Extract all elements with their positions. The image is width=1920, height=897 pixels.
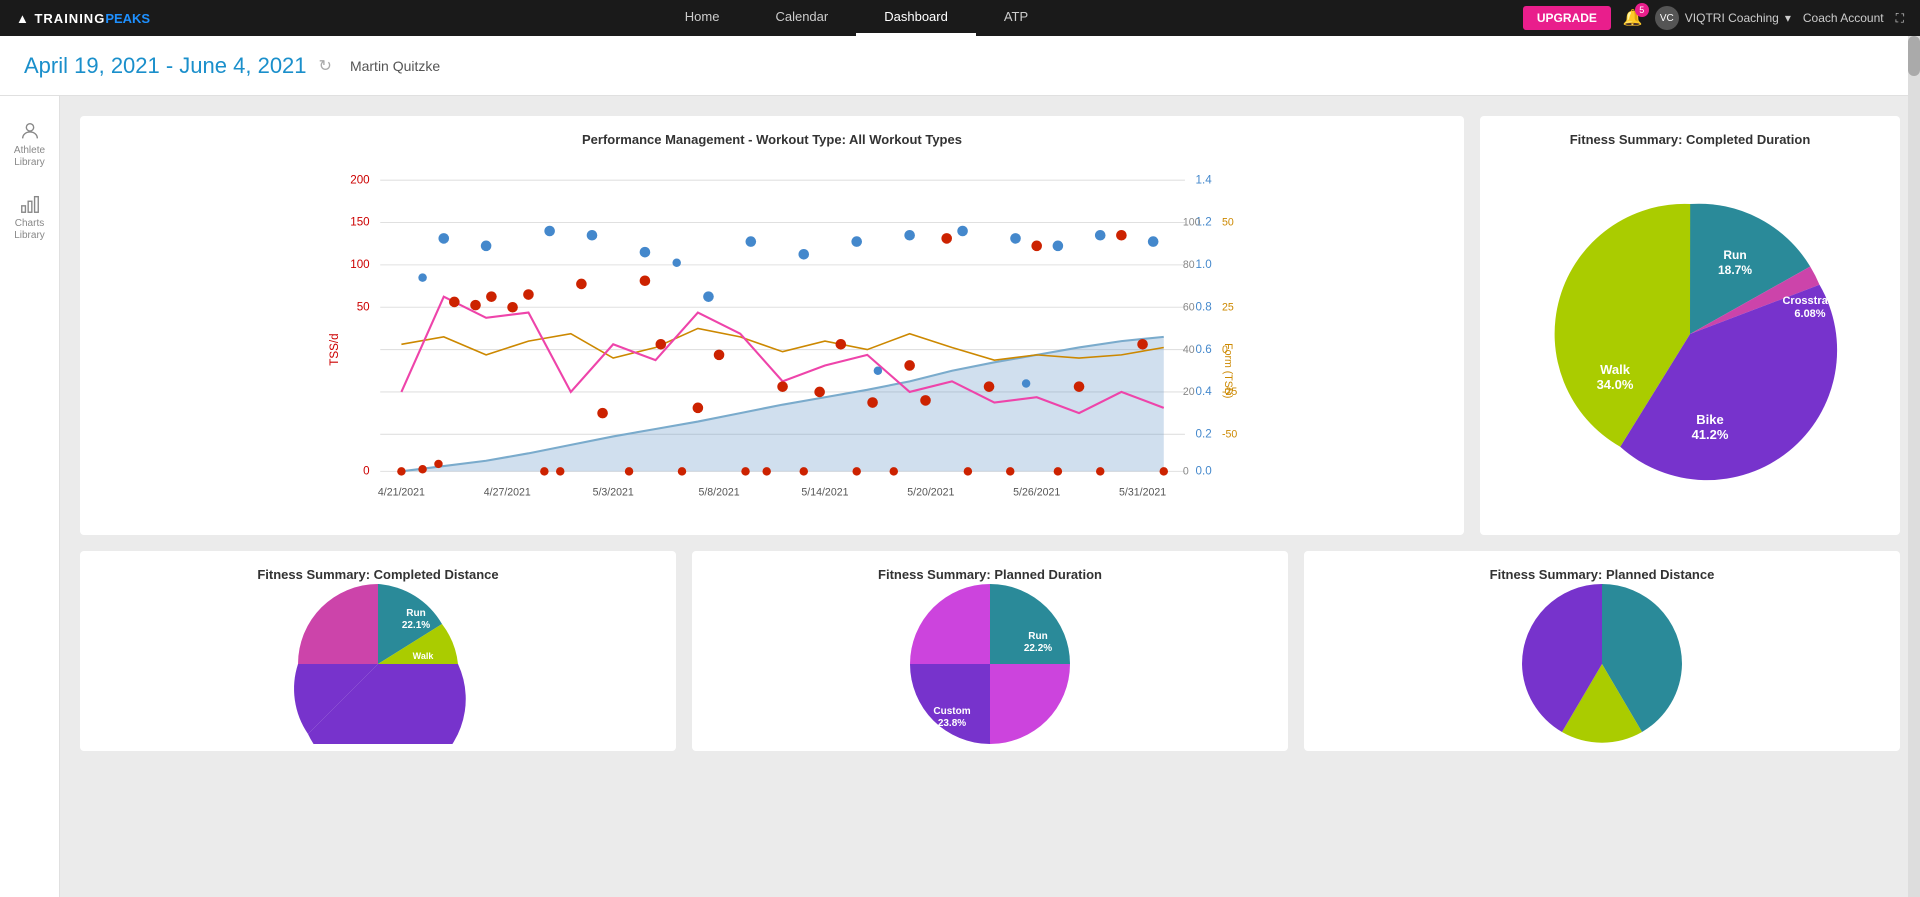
fullscreen-icon[interactable]: ⛶ xyxy=(1896,11,1904,26)
svg-text:22.2%: 22.2% xyxy=(1024,643,1052,654)
svg-text:0: 0 xyxy=(1183,466,1189,478)
coach-account-link[interactable]: Coach Account xyxy=(1803,11,1884,25)
svg-text:4/27/2021: 4/27/2021 xyxy=(484,487,531,499)
svg-text:Run: Run xyxy=(1028,631,1047,642)
svg-text:0.0: 0.0 xyxy=(1196,465,1213,478)
main-header: ▲ TRAININGPEAKS Home Calendar Dashboard … xyxy=(0,0,1920,36)
main-nav: Home Calendar Dashboard ATP xyxy=(190,0,1523,36)
svg-text:1.0: 1.0 xyxy=(1196,258,1213,271)
svg-text:Form (TSB): Form (TSB) xyxy=(1222,343,1234,398)
svg-text:200: 200 xyxy=(350,173,370,186)
svg-text:60: 60 xyxy=(1183,301,1195,313)
svg-text:5/31/2021: 5/31/2021 xyxy=(1119,487,1166,499)
svg-text:100: 100 xyxy=(350,258,370,271)
fitness-duration-pie-svg: Run 18.7% Crosstrain 6.08% Bike 41.2% Wa… xyxy=(1510,169,1870,489)
nav-dashboard[interactable]: Dashboard xyxy=(856,0,976,36)
performance-chart-container: 200 150 100 50 0 1.4 1.2 1.0 0.8 0.6 0.4… xyxy=(96,159,1448,519)
main-layout: Athlete Library Charts Library Performan… xyxy=(0,96,1920,897)
svg-text:Custom: Custom xyxy=(933,706,970,717)
svg-text:23.8%: 23.8% xyxy=(938,718,966,729)
svg-text:150: 150 xyxy=(350,216,370,229)
fitness-duration-title: Fitness Summary: Completed Duration xyxy=(1496,132,1884,147)
svg-text:5/8/2021: 5/8/2021 xyxy=(698,487,739,499)
performance-management-card: Performance Management - Workout Type: A… xyxy=(80,116,1464,535)
svg-text:34.0%: 34.0% xyxy=(1597,377,1634,392)
athlete-name: Martin Quitzke xyxy=(350,58,440,74)
top-charts-grid: Performance Management - Workout Type: A… xyxy=(80,116,1900,535)
svg-text:25: 25 xyxy=(1222,301,1234,313)
fitness-planned-duration-pie-svg: Run 22.2% Custom 23.8% xyxy=(890,584,1090,744)
svg-text:Crosstrain: Crosstrain xyxy=(1782,295,1837,307)
fitness-planned-distance-card: Fitness Summary: Planned Distance xyxy=(1304,551,1900,751)
upgrade-button[interactable]: UPGRADE xyxy=(1523,6,1611,30)
svg-text:50: 50 xyxy=(357,300,370,313)
refresh-icon[interactable]: ↻ xyxy=(319,56,332,76)
fitness-distance-pie-svg: Run 22.1% Walk xyxy=(278,584,478,744)
notification-badge: 5 xyxy=(1635,3,1649,17)
coach-org-label: VIQTRI Coaching xyxy=(1685,11,1779,25)
notification-bell[interactable]: 🔔 5 xyxy=(1623,8,1643,28)
nav-calendar[interactable]: Calendar xyxy=(747,0,856,36)
performance-chart-svg: 200 150 100 50 0 1.4 1.2 1.0 0.8 0.6 0.4… xyxy=(96,159,1448,519)
svg-text:6.08%: 6.08% xyxy=(1794,308,1825,320)
svg-text:0.2: 0.2 xyxy=(1196,427,1212,440)
svg-text:50: 50 xyxy=(1222,217,1234,229)
fitness-planned-distance-pie-svg xyxy=(1502,584,1702,744)
svg-text:0: 0 xyxy=(363,465,370,478)
sidebar-label-charts: Charts Library xyxy=(4,218,55,242)
svg-text:Walk: Walk xyxy=(413,651,435,661)
svg-text:5/26/2021: 5/26/2021 xyxy=(1013,487,1060,499)
svg-text:40: 40 xyxy=(1183,344,1195,356)
nav-atp[interactable]: ATP xyxy=(976,0,1056,36)
bottom-charts-grid: Fitness Summary: Completed Distance xyxy=(80,551,1900,751)
scrollbar-thumb[interactable] xyxy=(1908,36,1920,76)
svg-text:Run: Run xyxy=(1723,248,1746,262)
svg-text:0.4: 0.4 xyxy=(1196,385,1213,398)
dropdown-icon: ▾ xyxy=(1785,11,1791,25)
date-header: April 19, 2021 - June 4, 2021 ↻ Martin Q… xyxy=(0,36,1920,96)
svg-text:1.4: 1.4 xyxy=(1196,173,1213,186)
header-right: UPGRADE 🔔 5 VC VIQTRI Coaching ▾ Coach A… xyxy=(1523,6,1904,30)
avatar: VC xyxy=(1655,6,1679,30)
sidebar-item-athlete-library[interactable]: Athlete Library xyxy=(0,112,59,177)
date-range: April 19, 2021 - June 4, 2021 xyxy=(24,53,307,79)
fitness-distance-title: Fitness Summary: Completed Distance xyxy=(96,567,660,582)
sidebar-label-athlete: Athlete Library xyxy=(4,145,55,169)
svg-text:5/3/2021: 5/3/2021 xyxy=(593,487,634,499)
svg-text:41.2%: 41.2% xyxy=(1692,427,1729,442)
fitness-planned-duration-title: Fitness Summary: Planned Duration xyxy=(708,567,1272,582)
svg-text:5/20/2021: 5/20/2021 xyxy=(907,487,954,499)
logo[interactable]: ▲ TRAININGPEAKS xyxy=(16,11,150,26)
sidebar-item-charts-library[interactable]: Charts Library xyxy=(0,185,59,250)
coach-info[interactable]: VC VIQTRI Coaching ▾ xyxy=(1655,6,1791,30)
svg-text:0.8: 0.8 xyxy=(1196,300,1212,313)
svg-text:100: 100 xyxy=(1183,217,1201,229)
svg-text:TSS/d: TSS/d xyxy=(328,333,341,365)
svg-text:22.1%: 22.1% xyxy=(402,620,430,631)
svg-text:5/14/2021: 5/14/2021 xyxy=(801,487,848,499)
fitness-planned-distance-title: Fitness Summary: Planned Distance xyxy=(1320,567,1884,582)
svg-text:Run: Run xyxy=(406,608,425,619)
fitness-duration-pie-container: Run 18.7% Crosstrain 6.08% Bike 41.2% Wa… xyxy=(1496,159,1884,499)
fitness-distance-card: Fitness Summary: Completed Distance xyxy=(80,551,676,751)
fitness-planned-duration-card: Fitness Summary: Planned Duration Run 22… xyxy=(692,551,1288,751)
svg-text:0.6: 0.6 xyxy=(1196,343,1212,356)
svg-text:Bike: Bike xyxy=(1696,412,1723,427)
svg-text:Walk: Walk xyxy=(1600,362,1631,377)
nav-home[interactable]: Home xyxy=(657,0,748,36)
svg-text:20: 20 xyxy=(1183,386,1195,398)
svg-text:4/21/2021: 4/21/2021 xyxy=(378,487,425,499)
scrollbar-track[interactable] xyxy=(1908,36,1920,897)
sidebar: Athlete Library Charts Library xyxy=(0,96,60,897)
svg-text:80: 80 xyxy=(1183,259,1195,271)
performance-chart-title: Performance Management - Workout Type: A… xyxy=(96,132,1448,147)
fitness-duration-card: Fitness Summary: Completed Duration R xyxy=(1480,116,1900,535)
main-content: Performance Management - Workout Type: A… xyxy=(60,96,1920,897)
svg-text:-50: -50 xyxy=(1222,428,1237,440)
svg-text:18.7%: 18.7% xyxy=(1718,263,1752,277)
